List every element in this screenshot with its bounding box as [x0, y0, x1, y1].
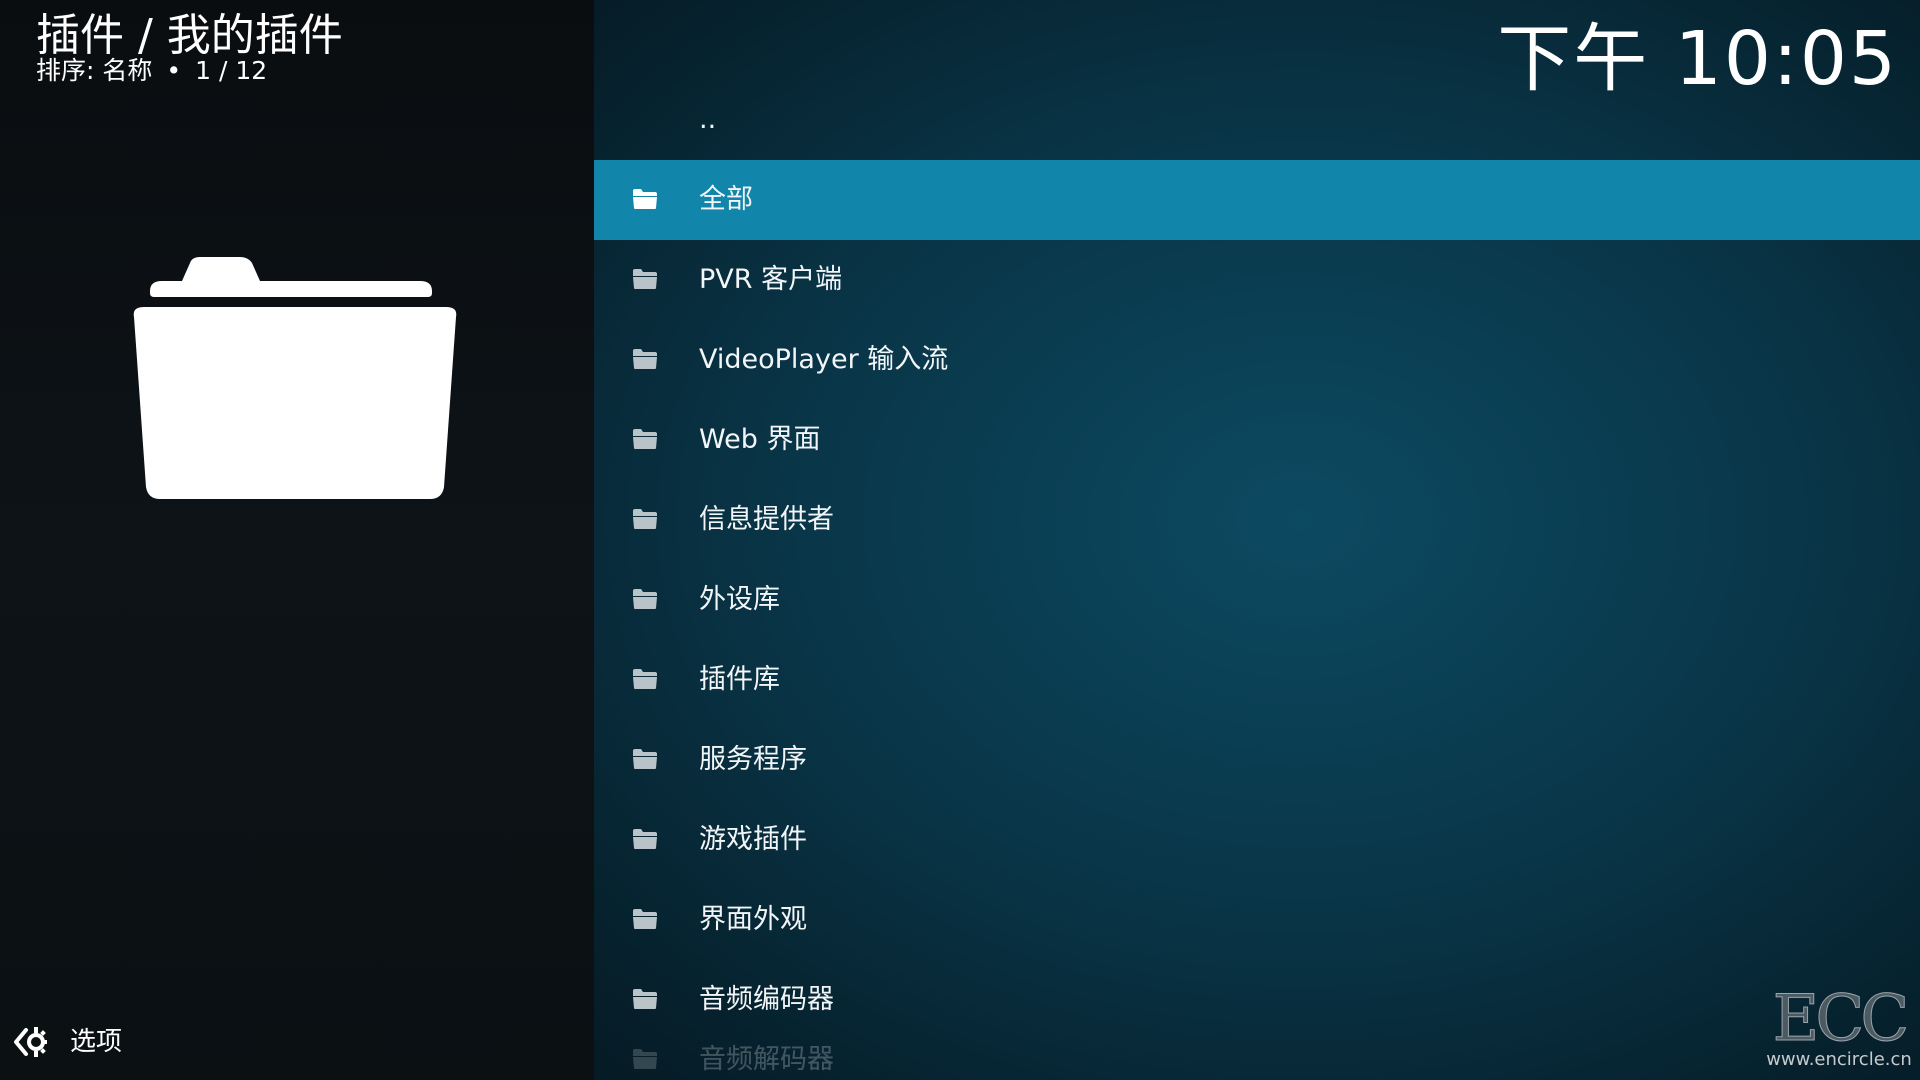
list-item-label: 音频编码器	[699, 984, 834, 1015]
list-item-label: 音频解码器	[699, 1044, 834, 1075]
list-item-label: 插件库	[699, 664, 780, 695]
list-item-addon-libraries[interactable]: 插件库	[594, 640, 1920, 720]
list-item-peripheral-libraries[interactable]: 外设库	[594, 560, 1920, 640]
list-item-label: ..	[699, 104, 717, 135]
sort-info: 排序: 名称 • 1 / 12	[36, 56, 267, 86]
list-item-label: 游戏插件	[699, 824, 807, 855]
folder-icon	[633, 909, 657, 929]
info-panel: 插件 / 我的插件 排序: 名称 • 1 / 12 选项	[0, 0, 594, 1080]
list-item-label: 界面外观	[699, 904, 807, 935]
item-position: 1 / 12	[195, 56, 268, 85]
folder-icon	[633, 749, 657, 769]
list-item-label: 全部	[699, 184, 753, 215]
list-item-label: Web 界面	[699, 424, 821, 455]
folder-icon	[633, 429, 657, 449]
list-item-web-interface[interactable]: Web 界面	[594, 400, 1920, 480]
list-item-label: 信息提供者	[699, 504, 834, 535]
sort-separator: •	[166, 56, 182, 85]
list-item-services[interactable]: 服务程序	[594, 720, 1920, 800]
list-item-audio-decoders[interactable]: 音频解码器	[594, 1030, 1920, 1080]
options-gear-icon	[14, 1027, 47, 1057]
folder-icon	[633, 269, 657, 289]
list-item-game-addons[interactable]: 游戏插件	[594, 800, 1920, 880]
list-item-label: VideoPlayer 输入流	[699, 344, 949, 375]
folder-icon	[633, 189, 657, 209]
folder-icon	[633, 509, 657, 529]
folder-icon	[633, 989, 657, 1009]
watermark-url: www.encircle.cn	[1766, 1049, 1912, 1070]
folder-icon	[633, 349, 657, 369]
folder-icon	[633, 669, 657, 689]
list-item-all[interactable]: 全部	[594, 160, 1920, 240]
folder-icon	[633, 1049, 657, 1069]
list-item-parent[interactable]: ..	[594, 90, 1920, 170]
folder-preview-icon	[133, 257, 457, 499]
folder-icon	[633, 829, 657, 849]
list-item-inputstream[interactable]: VideoPlayer 输入流	[594, 320, 1920, 400]
list-item-label: 外设库	[699, 584, 780, 615]
kodi-screen: 插件 / 我的插件 排序: 名称•1 / 12 选项 下午 10:05 ..	[0, 0, 1920, 1080]
list-item-audio-encoders[interactable]: 音频编码器	[594, 960, 1920, 1040]
watermark: ECC www.encircle.cn	[1764, 982, 1914, 1078]
options-button[interactable]: 选项	[12, 1022, 122, 1062]
folder-icon	[633, 589, 657, 609]
options-label: 选项	[70, 1027, 123, 1057]
watermark-logo: ECC	[1772, 982, 1910, 1056]
list-item-pvr-clients[interactable]: PVR 客户端	[594, 240, 1920, 320]
list-item-info-providers[interactable]: 信息提供者	[594, 480, 1920, 560]
list-item-label: 服务程序	[699, 744, 807, 775]
sort-label[interactable]: 排序: 名称	[36, 56, 152, 85]
list-item-label: PVR 客户端	[699, 264, 843, 295]
list-item-look-and-feel[interactable]: 界面外观	[594, 880, 1920, 960]
addon-category-list: .. 全部 PVR 客户端 VideoPlayer 输入流 Web 界面 信息提…	[594, 90, 1920, 1080]
